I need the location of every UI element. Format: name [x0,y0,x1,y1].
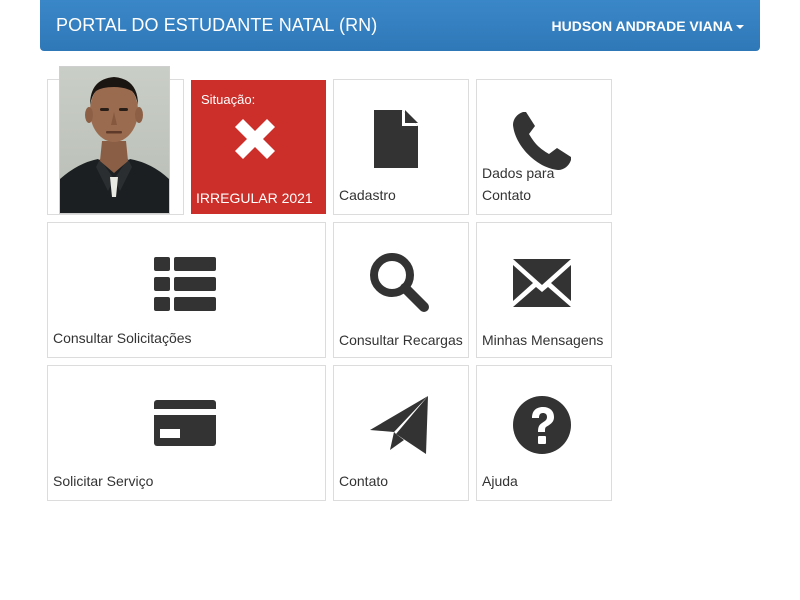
solicitar-servico-label: Solicitar Serviço [53,473,154,489]
student-photo [59,66,170,214]
consultar-recargas-label: Consultar Recargas [339,332,463,348]
solicitar-servico-tile[interactable]: Solicitar Serviço [47,365,326,501]
caret-down-icon [736,25,744,29]
ajuda-tile[interactable]: Ajuda [476,365,612,501]
status-value: IRREGULAR 2021 [196,190,313,206]
status-caption: Situação: [201,92,256,107]
contato-tile[interactable]: Contato [333,365,469,501]
list-icon [154,257,216,311]
dados-para-contato-label: Dados para Contato [482,165,555,203]
dados-para-contato-tile[interactable]: Dados para Contato [476,79,612,215]
user-name: HUDSON ANDRADE VIANA [551,18,734,34]
user-menu-dropdown[interactable]: HUDSON ANDRADE VIANA [551,18,744,34]
student-status-tile[interactable]: Situação: IRREGULAR 2021 [191,80,326,214]
cadastro-tile[interactable]: Cadastro [333,79,469,215]
credit-card-icon [154,400,216,446]
minhas-mensagens-tile[interactable]: Minhas Mensagens [476,222,612,358]
envelope-icon [513,259,571,307]
question-circle-icon [513,396,571,454]
x-icon [235,119,275,159]
consultar-solicitacoes-tile[interactable]: Consultar Solicitações [47,222,326,358]
top-navbar: PORTAL DO ESTUDANTE NATAL (RN) HUDSON AN… [40,0,760,51]
document-icon [374,110,418,168]
search-icon [370,253,429,312]
consultar-recargas-tile[interactable]: Consultar Recargas [333,222,469,358]
contato-label: Contato [339,473,389,489]
ajuda-label: Ajuda [482,473,518,489]
paper-plane-icon [370,396,428,454]
cadastro-label: Cadastro [339,187,396,203]
minhas-mensagens-label: Minhas Mensagens [482,332,604,348]
consultar-solicitacoes-label: Consultar Solicitações [53,330,192,346]
portal-title[interactable]: PORTAL DO ESTUDANTE NATAL (RN) [56,15,377,36]
